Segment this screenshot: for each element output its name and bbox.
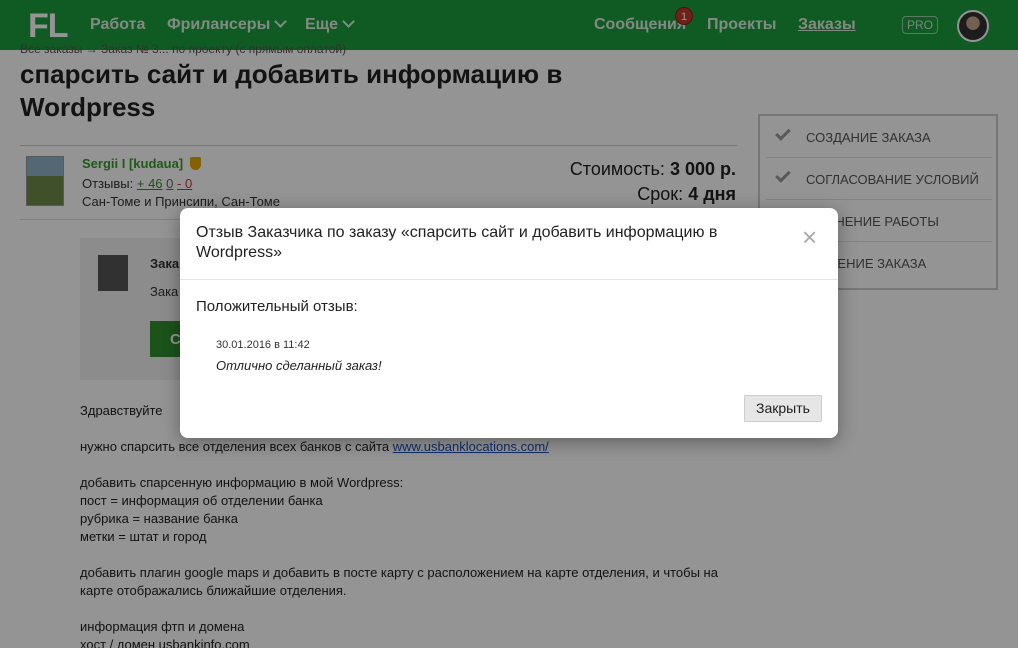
- review-text: Отлично сделанный заказ!: [216, 358, 382, 373]
- close-button[interactable]: Закрыть: [744, 395, 822, 422]
- review-date: 30.01.2016 в 11:42: [216, 339, 310, 351]
- close-icon[interactable]: ×: [802, 224, 817, 250]
- review-modal: Отзыв Заказчика по заказу «спарсить сайт…: [180, 208, 838, 438]
- divider: [180, 279, 838, 280]
- modal-title: Отзыв Заказчика по заказу «спарсить сайт…: [196, 224, 718, 261]
- review-type-label: Положительный отзыв:: [196, 298, 358, 315]
